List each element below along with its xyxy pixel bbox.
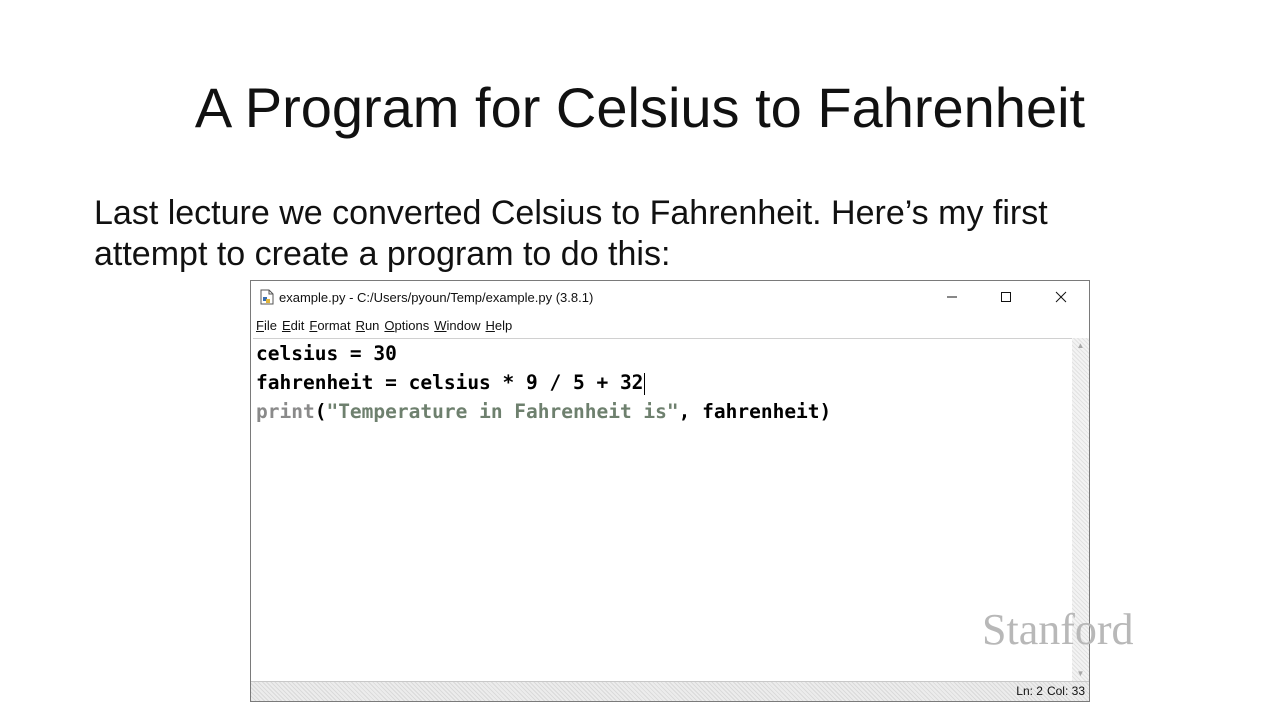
code-line-3-rest: , fahrenheit) bbox=[678, 400, 832, 423]
minimize-button[interactable] bbox=[925, 281, 979, 313]
text-cursor bbox=[644, 372, 646, 395]
idle-editor-window: example.py - C:/Users/pyoun/Temp/example… bbox=[250, 280, 1090, 702]
code-open-paren: ( bbox=[314, 400, 327, 423]
slide-title: A Program for Celsius to Fahrenheit bbox=[194, 76, 1086, 139]
status-line: Ln: 2 bbox=[1016, 684, 1043, 698]
code-line-2-text: fahrenheit = celsius * 9 / 5 + 32 bbox=[256, 371, 644, 394]
string-literal: "Temperature in Fahrenheit is" bbox=[326, 400, 679, 423]
slide-body-line-2: attempt to create a program to do this: bbox=[94, 235, 671, 273]
window-titlebar[interactable]: example.py - C:/Users/pyoun/Temp/example… bbox=[251, 281, 1089, 313]
menu-edit[interactable]: Edit bbox=[282, 318, 304, 333]
menu-run[interactable]: Run bbox=[356, 318, 380, 333]
slide-body-line-1: Last lecture we converted Celsius to Fah… bbox=[94, 194, 1048, 232]
cursor-position: Ln: 2 Col: 33 bbox=[1012, 684, 1085, 698]
window-controls bbox=[925, 281, 1089, 313]
menu-help[interactable]: Help bbox=[486, 318, 513, 333]
close-button[interactable] bbox=[1033, 281, 1089, 313]
scroll-up-icon[interactable]: ▲ bbox=[1072, 338, 1089, 353]
python-file-icon bbox=[260, 289, 274, 305]
code-editor[interactable]: celsius = 30 fahrenheit = celsius * 9 / … bbox=[253, 338, 1073, 681]
menu-bar: File Edit Format Run Options Window Help bbox=[251, 314, 1089, 336]
minimize-icon bbox=[947, 296, 957, 298]
code-line-1: celsius = 30 bbox=[256, 342, 397, 365]
window-title: example.py - C:/Users/pyoun/Temp/example… bbox=[279, 289, 594, 305]
menu-file[interactable]: File bbox=[256, 318, 277, 333]
maximize-icon bbox=[1001, 292, 1011, 302]
code-line-2: fahrenheit = celsius * 9 / 5 + 32 bbox=[256, 368, 646, 397]
stanford-logo: Stanford bbox=[982, 605, 1134, 654]
builtin-print: print bbox=[256, 400, 315, 423]
status-col: Col: 33 bbox=[1046, 684, 1085, 698]
slide-body: Last lecture we converted Celsius to Fah… bbox=[94, 193, 1194, 275]
menu-window[interactable]: Window bbox=[434, 318, 480, 333]
code-line-3: print("Temperature in Fahrenheit is", fa… bbox=[256, 397, 831, 426]
maximize-button[interactable] bbox=[979, 281, 1033, 313]
menu-options[interactable]: Options bbox=[384, 318, 429, 333]
menu-format[interactable]: Format bbox=[309, 318, 350, 333]
status-bar: Ln: 2 Col: 33 bbox=[251, 681, 1089, 701]
scroll-down-icon[interactable]: ▼ bbox=[1072, 666, 1089, 681]
close-icon bbox=[1055, 291, 1067, 303]
